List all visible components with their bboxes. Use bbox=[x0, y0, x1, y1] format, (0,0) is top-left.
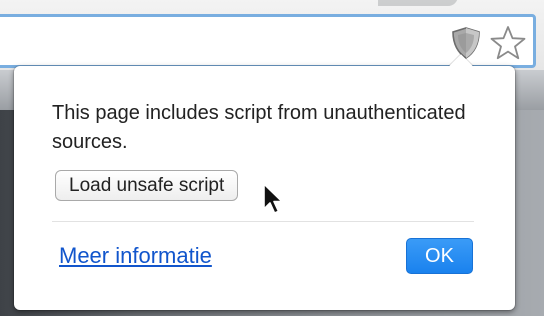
toolbar-shadow bbox=[378, 0, 458, 6]
ok-button[interactable]: OK bbox=[406, 238, 473, 274]
shield-icon[interactable] bbox=[448, 25, 484, 61]
more-info-link[interactable]: Meer informatie bbox=[59, 243, 212, 269]
star-icon[interactable] bbox=[489, 24, 527, 62]
popup-divider bbox=[52, 221, 474, 222]
arrow-cursor-icon bbox=[262, 182, 286, 218]
load-unsafe-script-button[interactable]: Load unsafe script bbox=[55, 170, 239, 201]
popup-message: This page includes script from unauthent… bbox=[52, 102, 466, 153]
